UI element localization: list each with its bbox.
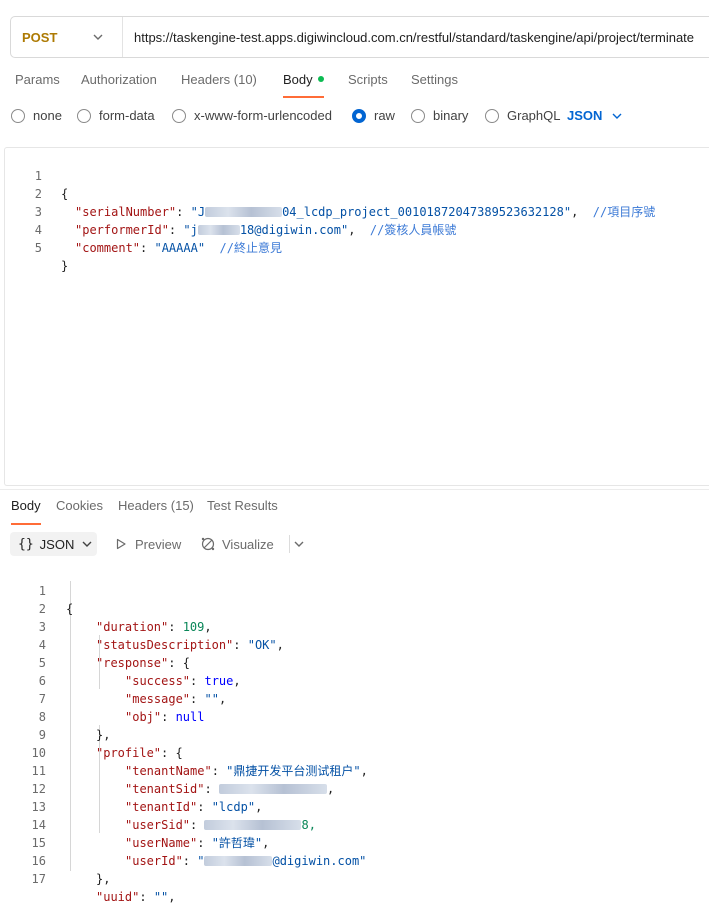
- radio-selected-icon: [352, 108, 366, 123]
- radio-circle-icon: [77, 108, 91, 123]
- url-input[interactable]: https://taskengine-test.apps.digiwinclou…: [123, 30, 694, 45]
- tab-scripts[interactable]: Scripts: [348, 72, 388, 87]
- radio-label: form-data: [99, 108, 155, 123]
- code-line: 14 "userName": "許哲瑋",: [0, 798, 709, 850]
- code-line: 15 "userId": " @digiwin.com": [0, 816, 709, 868]
- response-body-viewer[interactable]: 1 { 2 "duration": 109, 3 "statusDescript…: [0, 563, 709, 904]
- tab-label: Authorization: [81, 72, 157, 87]
- body-type-radios: none form-data x-www-form-urlencoded raw…: [0, 108, 709, 130]
- code-line: 11 "tenantSid": ,: [0, 744, 709, 796]
- play-icon: [116, 538, 126, 550]
- tab-label: Test Results: [207, 498, 278, 513]
- tab-count: (15): [170, 498, 194, 513]
- radio-raw[interactable]: raw: [352, 108, 395, 123]
- pane-divider[interactable]: [0, 489, 709, 490]
- raw-format-label: JSON: [567, 108, 603, 123]
- code-line: 17 "uuid": "",: [0, 852, 709, 904]
- radio-none[interactable]: none: [11, 108, 62, 123]
- tab-response-body[interactable]: Body: [11, 498, 41, 525]
- visualize-icon: [201, 537, 215, 551]
- tab-label: Settings: [411, 72, 458, 87]
- chevron-down-icon: [294, 541, 304, 547]
- code-line: 5 "success": true,: [0, 636, 709, 688]
- request-tabs: Params Authorization Headers (10) Body S…: [0, 72, 709, 100]
- radio-label: GraphQL: [507, 108, 561, 123]
- preview-label: Preview: [135, 536, 182, 552]
- code-line: 3 "performerId": "j 18@digiwin.com", //簽核…: [5, 185, 709, 237]
- radio-label: x-www-form-urlencoded: [194, 108, 332, 123]
- braces-icon: {}: [18, 536, 34, 552]
- toolbar-divider: [289, 535, 290, 553]
- modified-dot-icon: [317, 76, 324, 82]
- code-line: 13 "userSid": 8,: [0, 780, 709, 832]
- radio-circle-icon: [411, 108, 425, 123]
- radio-label: none: [33, 108, 62, 123]
- visualize-button[interactable]: Visualize: [200, 532, 274, 556]
- tab-headers[interactable]: Headers (10): [181, 72, 257, 87]
- method-select[interactable]: POST: [11, 17, 123, 57]
- response-format-select[interactable]: {} JSON: [10, 532, 97, 556]
- tab-authorization[interactable]: Authorization: [81, 72, 157, 87]
- preview-button[interactable]: Preview: [115, 532, 181, 556]
- line-number: 17: [31, 872, 46, 886]
- radio-label: raw: [374, 108, 395, 123]
- visualize-label: Visualize: [222, 536, 274, 552]
- tab-label: Cookies: [56, 498, 103, 513]
- active-tab-underline: [283, 96, 324, 98]
- request-bar: POST https://taskengine-test.apps.digiwi…: [10, 16, 709, 58]
- tab-settings[interactable]: Settings: [411, 72, 458, 87]
- code-line: 2 "serialNumber": "J 04_lcdp_project_0010…: [5, 167, 709, 219]
- radio-circle-icon: [485, 108, 499, 123]
- code-line: 9 "profile": {: [0, 708, 709, 760]
- tab-label: Headers: [181, 72, 231, 87]
- code-line: 7 "obj": null: [0, 672, 709, 724]
- line-number: 5: [34, 241, 42, 255]
- method-label: POST: [22, 29, 58, 45]
- radio-x-www-form-urlencoded[interactable]: x-www-form-urlencoded: [172, 108, 332, 123]
- tab-test-results[interactable]: Test Results: [207, 498, 278, 513]
- code-line: 4 "comment": "AAAAA" //終止意見: [5, 203, 709, 255]
- response-toolbar: {} JSON Preview Visualize: [10, 532, 709, 556]
- code-text: "comment": "AAAAA" //終止意見: [75, 241, 282, 255]
- response-tabs: Body Cookies Headers (15) Test Results: [0, 498, 709, 526]
- tab-label: Body: [283, 72, 313, 87]
- radio-binary[interactable]: binary: [411, 108, 468, 123]
- code-line: 12 "tenantId": "lcdp",: [0, 762, 709, 814]
- code-line: 8 },: [0, 690, 709, 742]
- chevron-down-icon: [93, 34, 103, 40]
- radio-graphql[interactable]: GraphQL: [485, 108, 560, 123]
- code-line: 3 "statusDescription": "OK",: [0, 600, 709, 652]
- active-tab-underline: [11, 523, 41, 525]
- code-line: 4 "response": {: [0, 618, 709, 670]
- code-text: "uuid": "",: [96, 890, 176, 904]
- tab-response-headers[interactable]: Headers (15): [118, 498, 194, 513]
- code-line: 16 },: [0, 834, 709, 886]
- tab-cookies[interactable]: Cookies: [56, 498, 103, 513]
- tab-params[interactable]: Params: [15, 72, 60, 87]
- code-line: 10 "tenantName": "鼎捷开发平台测试租户",: [0, 726, 709, 778]
- radio-form-data[interactable]: form-data: [77, 108, 155, 123]
- code-text: }: [61, 259, 69, 273]
- raw-format-select[interactable]: JSON: [567, 108, 622, 123]
- code-line: 1 {: [0, 564, 709, 616]
- code-line: 1 {: [5, 149, 709, 201]
- tab-label: Body: [11, 498, 41, 513]
- tab-count: (10): [233, 72, 257, 87]
- tab-label: Headers: [118, 498, 168, 513]
- visualize-menu-button[interactable]: [294, 532, 304, 556]
- chevron-down-icon: [82, 541, 92, 547]
- tab-body[interactable]: Body: [283, 72, 324, 98]
- format-label: JSON: [39, 536, 75, 552]
- radio-circle-icon: [11, 108, 25, 123]
- code-text: },: [96, 872, 111, 886]
- code-line: 2 "duration": 109,: [0, 582, 709, 634]
- radio-label: binary: [433, 108, 469, 123]
- radio-circle-icon: [172, 108, 186, 123]
- code-line: 5 }: [5, 221, 709, 273]
- tab-label: Params: [15, 72, 60, 87]
- chevron-down-icon: [612, 113, 622, 119]
- tab-label: Scripts: [348, 72, 388, 87]
- code-line: 6 "message": "",: [0, 654, 709, 706]
- request-body-editor[interactable]: 1 { 2 "serialNumber": "J 04_lcdp_project_…: [4, 147, 709, 486]
